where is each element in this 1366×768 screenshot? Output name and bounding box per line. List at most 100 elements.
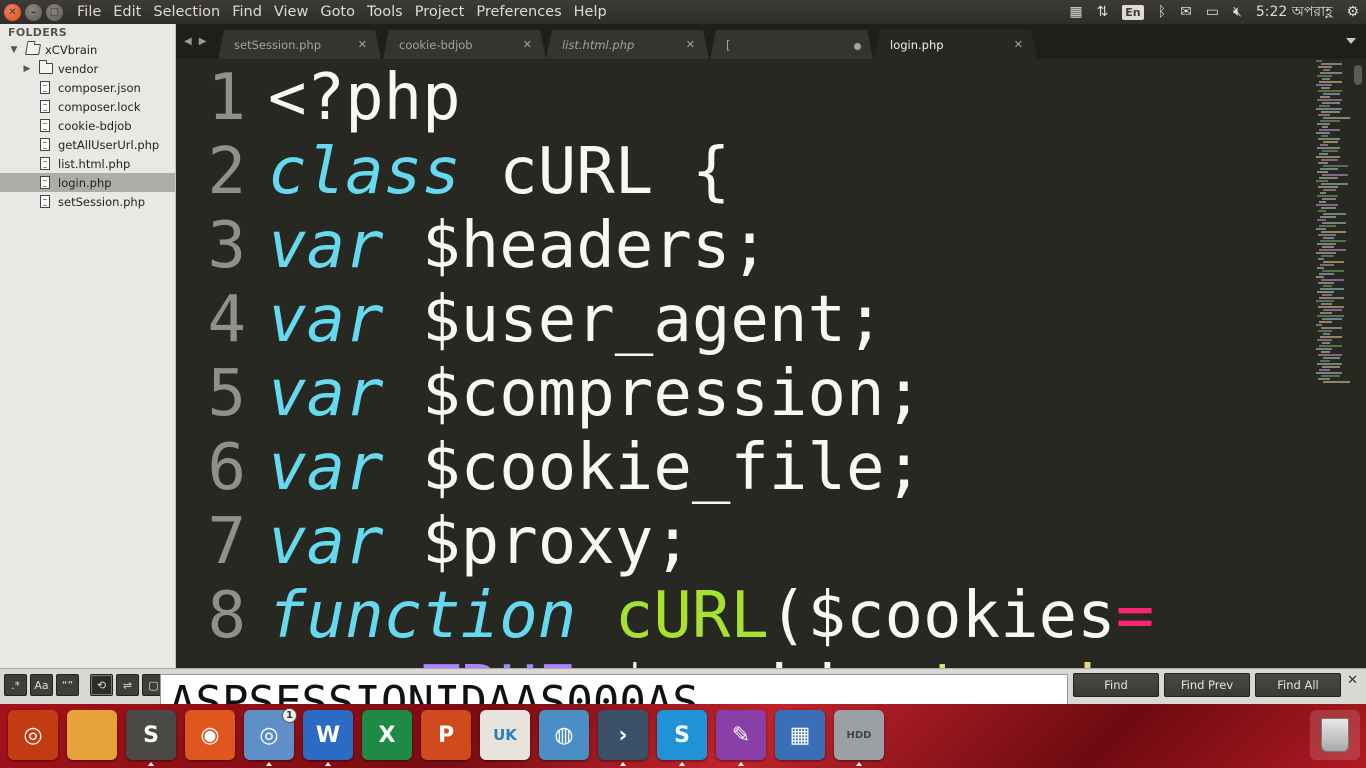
settings-gear-icon[interactable]: ⚙ xyxy=(1339,0,1366,24)
expand-down-icon[interactable]: ▼ xyxy=(8,45,20,55)
file-row-login-php[interactable]: login.php xyxy=(0,173,175,192)
code-line[interactable]: 3 var $headers; xyxy=(176,209,769,283)
menu-project[interactable]: Project xyxy=(409,0,471,24)
file-icon xyxy=(40,195,50,208)
tab-menu-chevron-icon[interactable] xyxy=(1346,38,1356,44)
file-row-setsession-php[interactable]: setSession.php xyxy=(0,192,175,211)
editor-icon[interactable]: ✎ xyxy=(716,710,766,766)
clock[interactable]: 5:22 অপরাহ্ণ xyxy=(1249,0,1340,24)
battery-icon[interactable]: ▭ xyxy=(1199,0,1226,24)
file-row-cookie-bdjob[interactable]: cookie-bdjob xyxy=(0,116,175,135)
tab-close-icon[interactable]: ✕ xyxy=(686,38,695,51)
tab-list-html-php[interactable]: list.html.php ✕ xyxy=(546,30,709,59)
vertical-scrollbar[interactable] xyxy=(1354,65,1362,85)
notification-badge: 1 xyxy=(282,708,297,723)
menu-selection[interactable]: Selection xyxy=(147,0,226,24)
running-indicator-icon xyxy=(148,762,154,766)
code-token: var xyxy=(268,209,384,283)
close-window-button[interactable]: ✕ xyxy=(4,3,21,21)
tab-prev-icon[interactable]: ◀ xyxy=(184,36,192,47)
code-editor[interactable]: 1 <?php 2 class cURL {3 var $headers; 4 var $u… xyxy=(176,59,1366,668)
tab-label: [ xyxy=(726,37,731,52)
ubuntu-software-icon[interactable]: UK xyxy=(480,710,530,760)
minimize-window-button[interactable]: – xyxy=(25,3,42,21)
menu-find[interactable]: Find xyxy=(226,0,268,24)
menu-goto[interactable]: Goto xyxy=(314,0,361,24)
find-option-in-selection-icon[interactable]: ⇌ xyxy=(116,674,139,696)
find-button[interactable]: Find xyxy=(1073,673,1159,697)
skype-icon[interactable]: S xyxy=(657,710,707,766)
running-indicator-icon xyxy=(679,762,685,766)
tree-item-label: composer.lock xyxy=(58,99,141,114)
tab-setsession-php[interactable]: setSession.php ✕ xyxy=(218,30,381,59)
code-line[interactable]: 7 var $proxy; xyxy=(176,505,691,579)
remmina-icon[interactable]: ◍ xyxy=(539,710,589,760)
find-all-button[interactable]: Find All xyxy=(1255,673,1341,697)
workspace-switcher-icon[interactable]: ▦ xyxy=(775,710,825,760)
network-indicator-icon[interactable]: ⇅ xyxy=(1090,0,1116,24)
find-prev-button[interactable]: Find Prev xyxy=(1164,673,1250,697)
tab-cookie-bdjob[interactable]: cookie-bdjob ✕ xyxy=(383,30,546,59)
expand-right-icon[interactable]: ▶ xyxy=(21,64,33,74)
find-option-case-icon[interactable]: Aa xyxy=(30,674,53,696)
menu-file[interactable]: File xyxy=(71,0,107,24)
dash-icon[interactable]: ◎ xyxy=(8,710,58,760)
excel-icon[interactable]: X xyxy=(362,710,412,760)
code-line[interactable]: 5 var $compression; xyxy=(176,357,923,431)
maximize-window-button[interactable]: □ xyxy=(46,3,63,21)
code-line[interactable]: 6 var $cookie_file; xyxy=(176,431,923,505)
mail-icon[interactable]: ✉ xyxy=(1173,0,1199,24)
firefox-icon[interactable]: ◉ xyxy=(185,710,235,760)
powerpoint-icon[interactable]: P xyxy=(421,710,471,760)
chromium-icon[interactable]: ◎ 1 xyxy=(244,708,297,766)
file-icon xyxy=(40,176,50,189)
tab-login-php[interactable]: login.php ✕ xyxy=(874,30,1037,59)
menu-preferences[interactable]: Preferences xyxy=(470,0,567,24)
sublime-text-icon[interactable]: S xyxy=(126,710,176,766)
terminal-icon[interactable]: › xyxy=(598,710,648,766)
tab-close-icon[interactable]: ✕ xyxy=(1014,38,1023,51)
bluetooth-icon[interactable]: ᛒ xyxy=(1151,0,1173,24)
find-option-regex-icon[interactable]: .* xyxy=(4,674,27,696)
code-token: $cookie_file; xyxy=(383,431,924,505)
tree-item-label: list.html.php xyxy=(58,156,131,171)
hdd-icon[interactable]: HDD xyxy=(834,710,884,766)
files-icon[interactable] xyxy=(67,710,117,760)
keyboard-layout-indicator[interactable]: En xyxy=(1115,0,1150,24)
tab-close-icon[interactable]: ✕ xyxy=(358,38,367,51)
folder-row-vendor[interactable]: ▶ vendor xyxy=(0,59,175,78)
find-input[interactable]: ASPSESSIONIDAAS000AS xyxy=(160,674,1068,705)
tree-item-label: getAllUserUrl.php xyxy=(58,137,160,152)
code-line[interactable]: 8 function cURL ($cookies = xyxy=(176,579,1154,653)
code-line[interactable]: 4 var $user_agent; xyxy=(176,283,884,357)
file-row-list-html-php[interactable]: list.html.php xyxy=(0,154,175,173)
code-line[interactable]: 1 <?php xyxy=(176,61,460,135)
tab-next-icon[interactable]: ▶ xyxy=(199,36,207,47)
code-line[interactable]: 2 class cURL { xyxy=(176,135,730,209)
menu-tools[interactable]: Tools xyxy=(361,0,409,24)
tree-item-label: vendor xyxy=(58,61,99,76)
close-find-icon[interactable]: ✕ xyxy=(1347,673,1358,688)
tree-item-label: login.php xyxy=(58,175,112,190)
minimap[interactable] xyxy=(1316,59,1350,389)
file-row-composer-json[interactable]: composer.json xyxy=(0,78,175,97)
menu-view[interactable]: View xyxy=(268,0,314,24)
file-row-getalluserurl-php[interactable]: getAllUserUrl.php xyxy=(0,135,175,154)
file-row-composer-lock[interactable]: composer.lock xyxy=(0,97,175,116)
find-option-word-icon[interactable]: “” xyxy=(56,674,79,696)
tab--[interactable]: [ xyxy=(710,30,873,59)
menu-help[interactable]: Help xyxy=(568,0,613,24)
code-token: $headers; xyxy=(383,209,769,283)
top-menubar: ✕ – □ File Edit Selection Find View Goto Tools… xyxy=(0,0,1366,24)
word-icon[interactable]: W xyxy=(303,710,353,766)
tab-close-icon[interactable]: ✕ xyxy=(523,38,532,51)
folder-row-root[interactable]: ▼ xCVbrain xyxy=(0,40,175,59)
line-number: 3 xyxy=(207,209,246,283)
calendar-indicator-icon[interactable]: ▦ xyxy=(1062,0,1089,24)
trash-icon[interactable] xyxy=(1310,710,1360,760)
volume-muted-icon[interactable]: 🔇︎ xyxy=(1226,0,1249,24)
code-line[interactable]: TRUE,$cookie='cook xyxy=(176,653,1116,668)
find-option-wrap-icon[interactable]: ⟲ xyxy=(90,674,113,696)
menu-edit[interactable]: Edit xyxy=(107,0,147,24)
unsaved-dot-icon[interactable] xyxy=(854,43,861,50)
